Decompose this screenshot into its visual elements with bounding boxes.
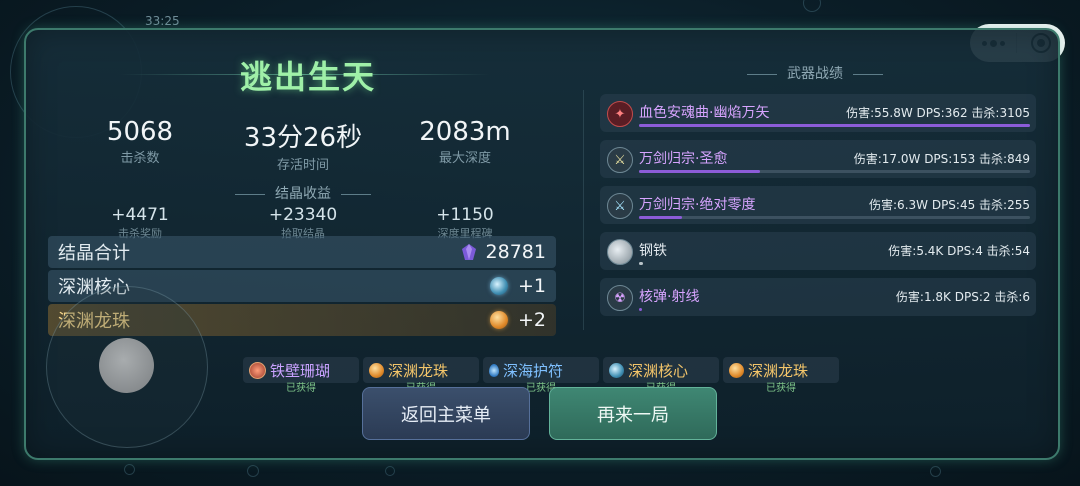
joystick-knob[interactable] — [99, 338, 154, 393]
reward-name: 深渊龙珠 — [388, 361, 449, 380]
abyss-core-icon — [609, 362, 624, 378]
weapon-share-bar — [639, 216, 682, 219]
amulet-icon — [489, 363, 499, 377]
weapon-share-bar — [639, 262, 643, 265]
weapon-row: 钢铁 伤害:5.4K DPS:4 击杀:54 — [600, 232, 1036, 270]
crystal-icon — [461, 244, 476, 260]
stat-max-depth: 2083m 最大深度 — [400, 117, 530, 166]
reward-name: 深渊核心 — [628, 361, 689, 380]
weapon-row: ✦ 血色安魂曲·幽焰万矢 伤害:55.8W DPS:362 击杀:3105 — [600, 94, 1036, 132]
weapon-name: 核弹·射线 — [639, 289, 700, 305]
weapon-row: ⚔ 万剑归宗·绝对零度 伤害:6.3W DPS:45 击杀:255 — [600, 186, 1036, 224]
dragon-pearl-icon — [369, 362, 384, 378]
weapon-name: 血色安魂曲·幽焰万矢 — [639, 105, 770, 121]
stat-value: 33分26秒 — [243, 123, 363, 153]
background-bubble — [124, 464, 135, 475]
crystal-section-title: 结晶收益 — [218, 183, 388, 203]
reward-name: 深渊龙珠 — [748, 361, 809, 380]
row-value: +1 — [517, 275, 546, 297]
stat-label: 击杀数 — [120, 151, 160, 166]
play-again-button[interactable]: 再来一局 — [549, 387, 717, 440]
weapon-stats: 伤害:5.4K DPS:4 击杀:54 — [888, 244, 1030, 258]
background-bubble — [247, 465, 259, 477]
weapon-stats: 伤害:6.3W DPS:45 击杀:255 — [869, 198, 1030, 212]
weapon-share-bar — [639, 124, 1030, 127]
weapon-name: 万剑归宗·绝对零度 — [639, 197, 756, 213]
stat-label: 最大深度 — [438, 151, 491, 166]
background-bubble — [803, 0, 821, 12]
sword-icon: ⚔ — [607, 147, 633, 173]
weapon-stats: 伤害:1.8K DPS:2 击杀:6 — [895, 290, 1030, 304]
dragon-pearl-icon — [729, 362, 744, 378]
column-divider — [583, 90, 584, 330]
weapon-share-track — [639, 216, 1030, 219]
reward-name: 铁壁珊瑚 — [270, 361, 331, 380]
status-clock: 33:25 — [145, 14, 180, 28]
stat-label: 存活时间 — [276, 158, 329, 173]
nuke-icon: ☢ — [607, 285, 633, 311]
reward-status: 已获得 — [766, 383, 796, 394]
steel-icon — [607, 239, 633, 265]
stat-survival-time: 33分26秒 存活时间 — [223, 117, 383, 173]
row-value: +2 — [517, 309, 546, 331]
row-label: 结晶合计 — [58, 243, 130, 264]
abyss-core-icon — [489, 277, 508, 295]
weapons-section-title: 武器战绩 — [735, 63, 895, 83]
stat-kills: 5068 击杀数 — [85, 117, 195, 166]
background-bubble — [930, 466, 941, 477]
crystal-total-row: 结晶合计 28781 — [48, 236, 556, 268]
weapon-stats: 伤害:17.0W DPS:153 击杀:849 — [853, 152, 1030, 166]
weapon-name: 万剑归宗·圣愈 — [639, 151, 728, 167]
page-title: 逃出生天 — [240, 58, 377, 96]
weapon-share-bar — [639, 170, 760, 173]
background-bubble — [385, 466, 395, 476]
stat-value: 5068 — [106, 117, 174, 147]
dragon-pearl-icon — [489, 311, 508, 329]
weapon-share-bar — [639, 308, 642, 311]
weapon-row: ☢ 核弹·射线 伤害:1.8K DPS:2 击杀:6 — [600, 278, 1036, 316]
weapon-stats: 伤害:55.8W DPS:362 击杀:3105 — [846, 106, 1030, 120]
weapon-name: 钢铁 — [639, 243, 667, 259]
reward-name: 深海护符 — [503, 361, 564, 380]
bow-icon: ✦ — [607, 101, 633, 127]
return-main-menu-button[interactable]: 返回主菜单 — [362, 387, 530, 440]
ice-sword-icon: ⚔ — [607, 193, 633, 219]
reward-status: 已获得 — [286, 383, 316, 394]
weapon-row: ⚔ 万剑归宗·圣愈 伤害:17.0W DPS:153 击杀:849 — [600, 140, 1036, 178]
stat-value: 2083m — [419, 117, 511, 147]
coral-icon — [249, 361, 266, 379]
row-value: 28781 — [485, 241, 546, 263]
